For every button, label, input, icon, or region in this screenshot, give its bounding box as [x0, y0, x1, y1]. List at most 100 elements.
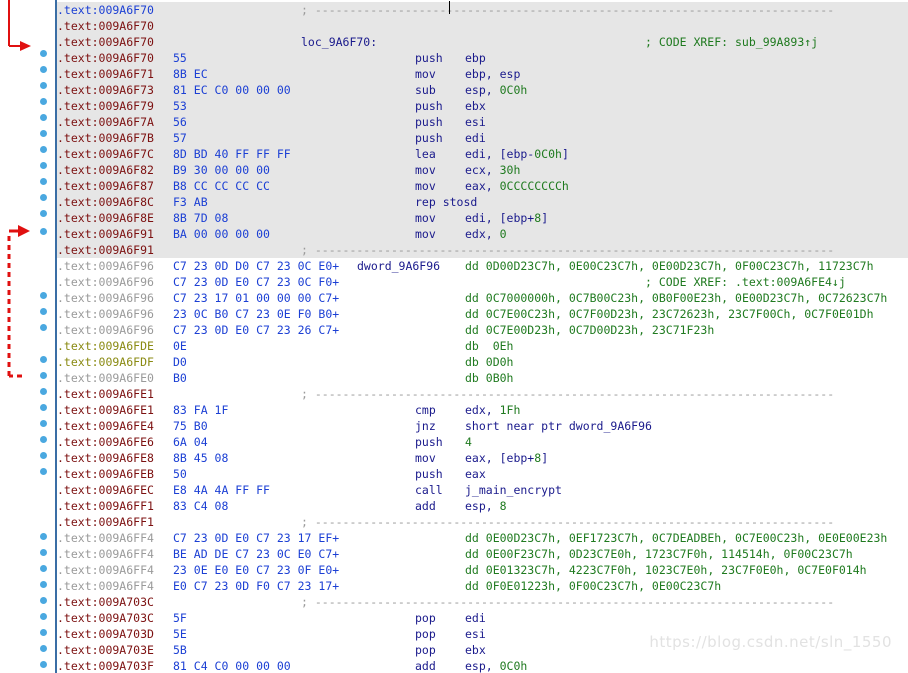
instruction-operands[interactable]: ebx	[465, 98, 486, 114]
instruction-dot[interactable]	[40, 50, 47, 57]
disassembly-line[interactable]: .text:009A6FF4 BE AD DE C7 23 0C E0 C7+ dd…	[57, 546, 908, 562]
instruction-dot[interactable]	[40, 565, 47, 572]
disassembly-line[interactable]: .text:009A703C 5F pop edi	[57, 610, 908, 626]
instruction-dot[interactable]	[40, 436, 47, 443]
instruction-dot[interactable]	[40, 308, 47, 315]
instruction-dot[interactable]	[40, 597, 47, 604]
disassembly-line[interactable]: .text:009A6F96 C7 23 0D E0 C7 23 0C F0+ ; …	[57, 274, 908, 290]
instruction-dot[interactable]	[40, 178, 47, 185]
instruction-dot[interactable]	[40, 130, 47, 137]
disassembly-line[interactable]: .text:009A6FE1 ; ------------------------…	[57, 386, 908, 402]
instruction-dot[interactable]	[40, 420, 47, 427]
instruction-dot[interactable]	[40, 661, 47, 668]
disassembly-line[interactable]: .text:009A6F7C 8D BD 40 FF FF FF lea edi, […	[57, 146, 908, 162]
disassembly-line[interactable]: .text:009A6F73 81 EC C0 00 00 00 sub esp, 0…	[57, 82, 908, 98]
disassembly-line[interactable]: .text:009A6F70	[57, 18, 908, 34]
instruction-operands[interactable]: esp, 0C0h	[465, 82, 527, 98]
disassembly-line[interactable]: .text:009A6F87 B8 CC CC CC CC mov eax, 0CCC…	[57, 178, 908, 194]
disassembly-line[interactable]: .text:009A6FF1 ; ------------------------…	[57, 514, 908, 530]
instruction-dot[interactable]	[40, 388, 47, 395]
instruction-operands[interactable]: ecx, 30h	[465, 162, 520, 178]
disassembly-line[interactable]: .text:009A6F96 C7 23 0D D0 C7 23 0C E0+ dw…	[57, 258, 908, 274]
instruction-operands[interactable]: edi	[465, 610, 486, 626]
code-label[interactable]: loc_9A6F70:	[301, 34, 377, 50]
disassembly-gutter[interactable]	[0, 0, 56, 673]
disassembly-line[interactable]: .text:009A6F82 B9 30 00 00 00 mov ecx, 30h	[57, 162, 908, 178]
disassembly-line[interactable]: .text:009A6FF1 83 C4 08 add esp, 8	[57, 498, 908, 514]
disassembly-line[interactable]: .text:009A6FF4 C7 23 0D E0 C7 23 17 EF+ dd…	[57, 530, 908, 546]
data-symbol-name[interactable]: dword_9A6F96	[357, 258, 440, 274]
instruction-operands[interactable]: j_main_encrypt	[465, 482, 562, 498]
instruction-operands[interactable]: esi	[465, 626, 486, 642]
instruction-operands[interactable]: esp, 8	[465, 498, 507, 514]
disassembly-line[interactable]: .text:009A6FDE 0E db 0Eh	[57, 338, 908, 354]
instruction-operands[interactable]: esp, 0C0h	[465, 658, 527, 673]
disassembly-line[interactable]: .text:009A6FEB 50 push eax	[57, 466, 908, 482]
instruction-dot[interactable]	[40, 468, 47, 475]
instruction-dot[interactable]	[40, 210, 47, 217]
instruction-dot[interactable]	[40, 629, 47, 636]
instruction-dot[interactable]	[40, 292, 47, 299]
disassembly-line[interactable]: .text:009A6FE6 6A 04 push 4	[57, 434, 908, 450]
instruction-dot[interactable]	[40, 645, 47, 652]
instruction-operands[interactable]: ebp	[465, 50, 486, 66]
disassembly-code-area[interactable]: .text:009A6F70 ; ------------------------…	[57, 0, 908, 673]
instruction-dot[interactable]	[40, 162, 47, 169]
instruction-operands[interactable]: ebx	[465, 642, 486, 658]
instruction-operands[interactable]: eax, 0CCCCCCCCh	[465, 178, 569, 194]
instruction-operands[interactable]: eax, [ebp+8]	[465, 450, 548, 466]
instruction-dot[interactable]	[40, 228, 47, 235]
disassembly-line[interactable]: .text:009A6F79 53 push ebx	[57, 98, 908, 114]
instruction-operands[interactable]: edi, [ebp+8]	[465, 210, 548, 226]
instruction-operands[interactable]: esi	[465, 114, 486, 130]
disassembly-line[interactable]: .text:009A6F8E 8B 7D 08 mov edi, [ebp+8]	[57, 210, 908, 226]
disassembly-line[interactable]: .text:009A703C ; ------------------------…	[57, 594, 908, 610]
disassembly-line[interactable]: .text:009A6F70 loc_9A6F70: ; CODE XREF: su…	[57, 34, 908, 50]
instruction-dot[interactable]	[40, 66, 47, 73]
disassembly-line[interactable]: .text:009A6F96 C7 23 0D E0 C7 23 26 C7+ dd…	[57, 322, 908, 338]
disassembly-line[interactable]: .text:009A6F7B 57 push edi	[57, 130, 908, 146]
instruction-dot[interactable]	[40, 194, 47, 201]
instruction-operands[interactable]: short near ptr dword_9A6F96	[465, 418, 652, 434]
instruction-operands[interactable]: edx, 1Fh	[465, 402, 520, 418]
instruction-dot[interactable]	[40, 114, 47, 121]
instruction-dot[interactable]	[40, 613, 47, 620]
disassembly-line[interactable]: .text:009A6FF4 23 0E E0 E0 C7 23 0F E0+ dd…	[57, 562, 908, 578]
disassembly-line[interactable]: .text:009A703F 81 C4 C0 00 00 00 add esp, 0…	[57, 658, 908, 673]
disassembly-line[interactable]: .text:009A6F91 ; ------------------------…	[57, 242, 908, 258]
instruction-operands[interactable]: 4	[465, 434, 472, 450]
instruction-dot[interactable]	[40, 581, 47, 588]
disassembly-line[interactable]: .text:009A6F8C F3 AB rep stosd	[57, 194, 908, 210]
instruction-dot[interactable]	[40, 533, 47, 540]
instruction-operands[interactable]: edi, [ebp-0C0h]	[465, 146, 569, 162]
disassembly-line[interactable]: .text:009A6F71 8B EC mov ebp, esp	[57, 66, 908, 82]
disassembly-line[interactable]: .text:009A6FE8 8B 45 08 mov eax, [ebp+8]	[57, 450, 908, 466]
disassembly-line[interactable]: .text:009A6FE4 75 B0 jnz short near ptr dwo…	[57, 418, 908, 434]
instruction-dot[interactable]	[40, 324, 47, 331]
instruction-dot[interactable]	[40, 98, 47, 105]
disassembly-line[interactable]: .text:009A6FE0 B0 db 0B0h	[57, 370, 908, 386]
instruction-operands[interactable]: ebp, esp	[465, 66, 520, 82]
instruction-dot[interactable]	[40, 356, 47, 363]
instruction-dot[interactable]	[40, 452, 47, 459]
instruction-operands[interactable]: edx, 0	[465, 226, 507, 242]
instruction-dot[interactable]	[40, 372, 47, 379]
disassembly-line[interactable]: .text:009A6F96 C7 23 17 01 00 00 00 C7+ dd…	[57, 290, 908, 306]
instruction-operands[interactable]: edi	[465, 130, 486, 146]
disassembly-line[interactable]: .text:009A6F91 BA 00 00 00 00 mov edx, 0	[57, 226, 908, 242]
instruction-dot[interactable]	[40, 549, 47, 556]
disassembly-line[interactable]: .text:009A6FE1 83 FA 1F cmp edx, 1Fh	[57, 402, 908, 418]
disassembly-lines[interactable]: .text:009A6F70 ; ------------------------…	[57, 2, 908, 673]
instruction-dot[interactable]	[40, 404, 47, 411]
instruction-dot[interactable]	[40, 146, 47, 153]
ida-disassembly-view[interactable]: .text:009A6F70 ; ------------------------…	[0, 0, 908, 673]
disassembly-line[interactable]: .text:009A6FF4 E0 C7 23 0D F0 C7 23 17+ dd…	[57, 578, 908, 594]
instruction-operands[interactable]: eax	[465, 466, 486, 482]
instruction-dot[interactable]	[40, 82, 47, 89]
disassembly-line[interactable]: .text:009A6F70 ; ------------------------…	[57, 2, 908, 18]
disassembly-line[interactable]: .text:009A6F70 55 push ebp	[57, 50, 908, 66]
disassembly-line[interactable]: .text:009A6FEC E8 4A 4A FF FF call j_main_e…	[57, 482, 908, 498]
disassembly-line[interactable]: .text:009A6FDF D0 db 0D0h	[57, 354, 908, 370]
disassembly-line[interactable]: .text:009A6F7A 56 push esi	[57, 114, 908, 130]
disassembly-line[interactable]: .text:009A6F96 23 0C B0 C7 23 0E F0 B0+ dd…	[57, 306, 908, 322]
